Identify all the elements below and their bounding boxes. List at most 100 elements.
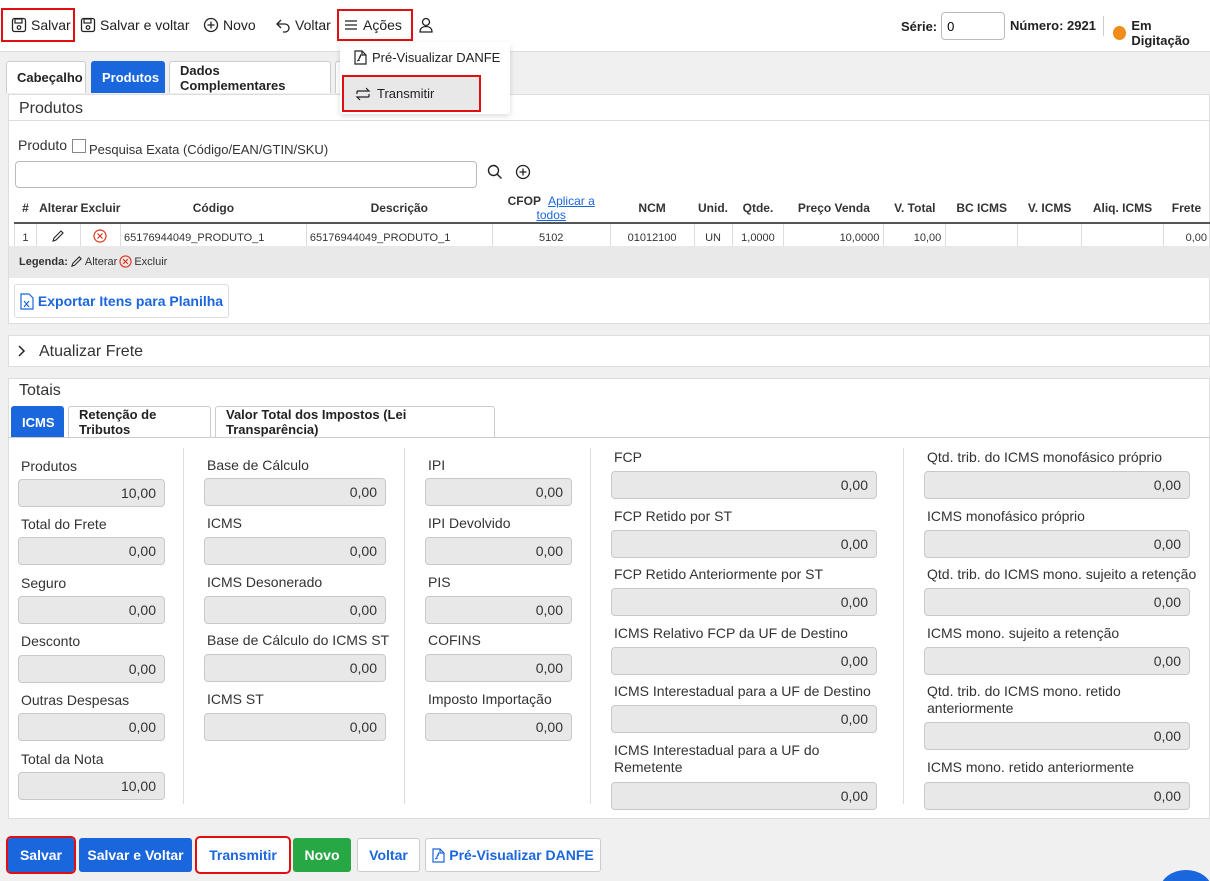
actions-label: Ações: [363, 17, 402, 33]
field-label: ICMS ST: [207, 691, 264, 707]
col-header: Unid.: [694, 194, 732, 224]
field-label: Qtd. trib. do ICMS mono. sujeito a reten…: [927, 566, 1197, 582]
ipi-devolvido-value[interactable]: 0,00: [425, 537, 572, 565]
number-label: Número: 2921: [1010, 18, 1096, 33]
tab-label: Produtos: [102, 70, 160, 85]
freight-panel[interactable]: [8, 335, 1210, 367]
save-and-back-label: Salvar e voltar: [100, 17, 190, 33]
products-title: Produtos: [19, 100, 84, 117]
footer-save-and-back-button[interactable]: Salvar e Voltar: [79, 838, 192, 872]
product-search-input[interactable]: [15, 161, 477, 188]
produtos-value[interactable]: 10,00: [18, 479, 165, 507]
ipi-value[interactable]: 0,00: [425, 478, 572, 506]
divider: [8, 120, 1210, 121]
back-button[interactable]: Voltar: [275, 10, 331, 40]
serie-label: Série:: [901, 18, 938, 34]
col-header: Excluir: [80, 194, 121, 224]
legend-edit: Alterar: [84, 255, 118, 268]
icms-desonerado-value[interactable]: 0,00: [204, 596, 386, 624]
delete-circle-icon[interactable]: [93, 229, 108, 243]
table-header-row: # Alterar Excluir Código Descrição CFOP …: [14, 194, 1210, 224]
plus-circle-icon[interactable]: [515, 164, 531, 180]
pis-value[interactable]: 0,00: [425, 596, 572, 624]
tab-dados-complementares[interactable]: Dados Complementares: [169, 61, 331, 93]
footer-preview-danfe-button[interactable]: Pré-Visualizar DANFE: [425, 838, 601, 872]
col-header-cfop: CFOP Aplicar a todos: [492, 194, 611, 224]
col-header: Descrição: [306, 194, 493, 224]
footer-transmit-button[interactable]: Transmitir: [195, 836, 291, 874]
seguro-value[interactable]: 0,00: [18, 596, 165, 624]
icms-interestadual-remetente-value[interactable]: 0,00: [611, 782, 877, 810]
export-label: Exportar Itens para Planilha: [37, 293, 224, 309]
user-button[interactable]: [418, 10, 434, 40]
new-label: Novo: [304, 847, 340, 863]
subtab-retencao[interactable]: Retenção de Tributos: [68, 406, 211, 437]
icms-fcp-uf-destino-value[interactable]: 0,00: [611, 647, 877, 675]
total-nota-value[interactable]: 10,00: [18, 772, 165, 800]
divider: [1103, 16, 1104, 36]
tab-produtos[interactable]: Produtos: [91, 61, 165, 93]
field-label: PIS: [428, 574, 451, 590]
fcp-value[interactable]: 0,00: [611, 471, 877, 499]
icms-st-value[interactable]: 0,00: [204, 713, 386, 741]
footer-new-button[interactable]: Novo: [293, 838, 351, 872]
save-button[interactable]: Salvar: [1, 8, 75, 42]
col-header: Preço Venda: [783, 194, 884, 224]
save-and-back-button[interactable]: Salvar e voltar: [80, 10, 189, 40]
actions-dropdown: Pré-Visualizar DANFE Transmitir: [340, 42, 510, 114]
icms-mono-retencao-value[interactable]: 0,00: [924, 647, 1190, 675]
subtab-icms[interactable]: ICMS: [11, 406, 64, 437]
tab-label: Dados Complementares: [180, 62, 286, 93]
apply-all-link[interactable]: Aplicar a todos: [537, 194, 595, 222]
col-header: BC ICMS: [945, 194, 1018, 224]
qtd-icms-mono-retido-value[interactable]: 0,00: [924, 722, 1190, 750]
total-frete-value[interactable]: 0,00: [18, 537, 165, 565]
desconto-value[interactable]: 0,00: [18, 655, 165, 683]
status-text: Em Digitação: [1131, 18, 1190, 48]
subtab-valor-total-impostos[interactable]: Valor Total dos Impostos (Lei Transparên…: [215, 406, 495, 437]
field-label: Produtos: [21, 458, 78, 474]
search-icon[interactable]: [487, 164, 503, 180]
actions-menu-button[interactable]: Ações: [337, 9, 413, 41]
preview-danfe-menu-item[interactable]: Pré-Visualizar DANFE: [354, 50, 500, 65]
field-label: FCP: [614, 449, 642, 465]
chevron-right-icon: [18, 345, 26, 357]
qtd-icms-monofasico-value[interactable]: 0,00: [924, 471, 1190, 499]
transmit-menu-item[interactable]: Transmitir: [342, 75, 481, 112]
exact-search-checkbox[interactable]: [72, 139, 86, 153]
field-label: Seguro: [21, 575, 67, 591]
qtd-icms-mono-retencao-value[interactable]: 0,00: [924, 588, 1190, 616]
icms-mono-retido-value[interactable]: 0,00: [924, 782, 1190, 810]
col-header: Frete: [1163, 194, 1210, 224]
column-divider: [590, 448, 591, 804]
footer-back-button[interactable]: Voltar: [357, 838, 420, 872]
footer-save-button[interactable]: Salvar: [6, 836, 76, 874]
imposto-importacao-value[interactable]: 0,00: [425, 713, 572, 741]
freight-title: Atualizar Frete: [39, 343, 144, 360]
icms-monofasico-value[interactable]: 0,00: [924, 530, 1190, 558]
cofins-value[interactable]: 0,00: [425, 654, 572, 682]
field-label: Imposto Importação: [428, 691, 552, 707]
icms-value[interactable]: 0,00: [204, 537, 386, 565]
outras-despesas-value[interactable]: 0,00: [18, 713, 165, 741]
base-calculo-value[interactable]: 0,00: [204, 478, 386, 506]
preview-danfe-label: Pré-Visualizar DANFE: [372, 50, 501, 65]
divider: [8, 437, 1210, 438]
preview-danfe-label: Pré-Visualizar DANFE: [449, 847, 594, 863]
icms-interestadual-destino-value[interactable]: 0,00: [611, 705, 877, 733]
save-label: Salvar: [31, 17, 71, 33]
new-button[interactable]: Novo: [203, 10, 256, 40]
export-spreadsheet-button[interactable]: Exportar Itens para Planilha: [14, 284, 229, 318]
pencil-icon[interactable]: [51, 229, 65, 243]
transmit-icon: [355, 87, 371, 100]
fcp-retido-st-value[interactable]: 0,00: [611, 530, 877, 558]
field-label: FCP Retido por ST: [614, 508, 733, 524]
tab-cabecalho[interactable]: Cabeçalho: [6, 61, 86, 93]
fcp-retido-anteriormente-value[interactable]: 0,00: [611, 588, 877, 616]
serie-input[interactable]: [941, 12, 1006, 40]
base-calculo-icms-st-value[interactable]: 0,00: [204, 654, 386, 682]
back-arrow-icon: [276, 19, 290, 33]
subtab-label: Retenção de Tributos: [79, 407, 157, 437]
back-label: Voltar: [369, 847, 408, 863]
field-label: ICMS mono. retido anteriormente: [927, 759, 1134, 775]
